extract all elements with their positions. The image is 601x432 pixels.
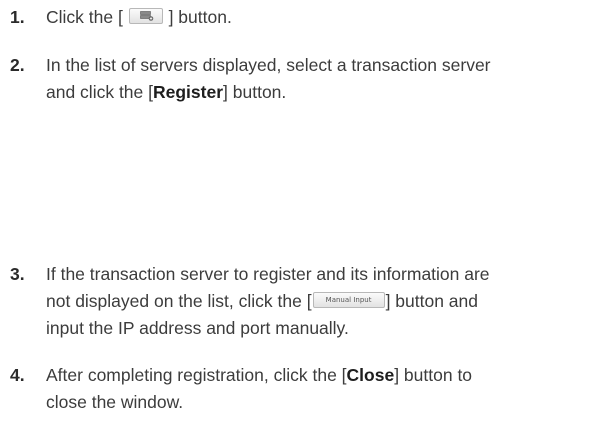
close-label: Close bbox=[346, 365, 395, 385]
step-line-3: input the IP address and port manually. bbox=[46, 318, 349, 338]
step-text-start: and click the [ bbox=[46, 82, 153, 102]
step-text-start: not displayed on the list, click the [ bbox=[46, 291, 312, 311]
step-text-end: ] button. bbox=[223, 82, 287, 102]
step-text-end: ] button. bbox=[168, 7, 232, 27]
server-add-button[interactable] bbox=[128, 8, 163, 25]
step-2: 2. In the list of servers displayed, sel… bbox=[0, 52, 601, 106]
step-text-end: ] button to bbox=[394, 365, 473, 385]
step-line-1: After completing registration, click the… bbox=[46, 362, 595, 389]
step-line-2: close the window. bbox=[46, 392, 184, 412]
step-line-1: If the transaction server to register an… bbox=[46, 264, 490, 284]
step-text: If the transaction server to register an… bbox=[46, 261, 601, 342]
step-line-2: and click the [Register] button. bbox=[46, 79, 595, 106]
step-3: 3. If the transaction server to register… bbox=[0, 261, 601, 342]
step-number: 3. bbox=[10, 264, 25, 284]
step-line-2: not displayed on the list, click the [Ma… bbox=[46, 288, 595, 315]
step-text-start: After completing registration, click the… bbox=[46, 365, 347, 385]
step-4: 4. After completing registration, click … bbox=[0, 362, 601, 416]
step-number: 4. bbox=[10, 365, 25, 385]
step-text-end: ] button and bbox=[385, 291, 479, 311]
register-label: Register bbox=[153, 82, 224, 102]
step-text: Click the [ ] button. bbox=[46, 4, 601, 31]
step-text: In the list of servers displayed, select… bbox=[46, 52, 601, 106]
manual-input-button[interactable]: Manual Input bbox=[312, 292, 385, 309]
step-line-1: In the list of servers displayed, select… bbox=[46, 55, 491, 75]
step-number: 1. bbox=[10, 7, 25, 27]
step-1: 1. Click the [ ] button. bbox=[0, 4, 601, 31]
step-text: After completing registration, click the… bbox=[46, 362, 601, 416]
server-add-icon bbox=[139, 11, 154, 22]
step-number: 2. bbox=[10, 55, 25, 75]
step-text-start: Click the [ bbox=[46, 7, 123, 27]
